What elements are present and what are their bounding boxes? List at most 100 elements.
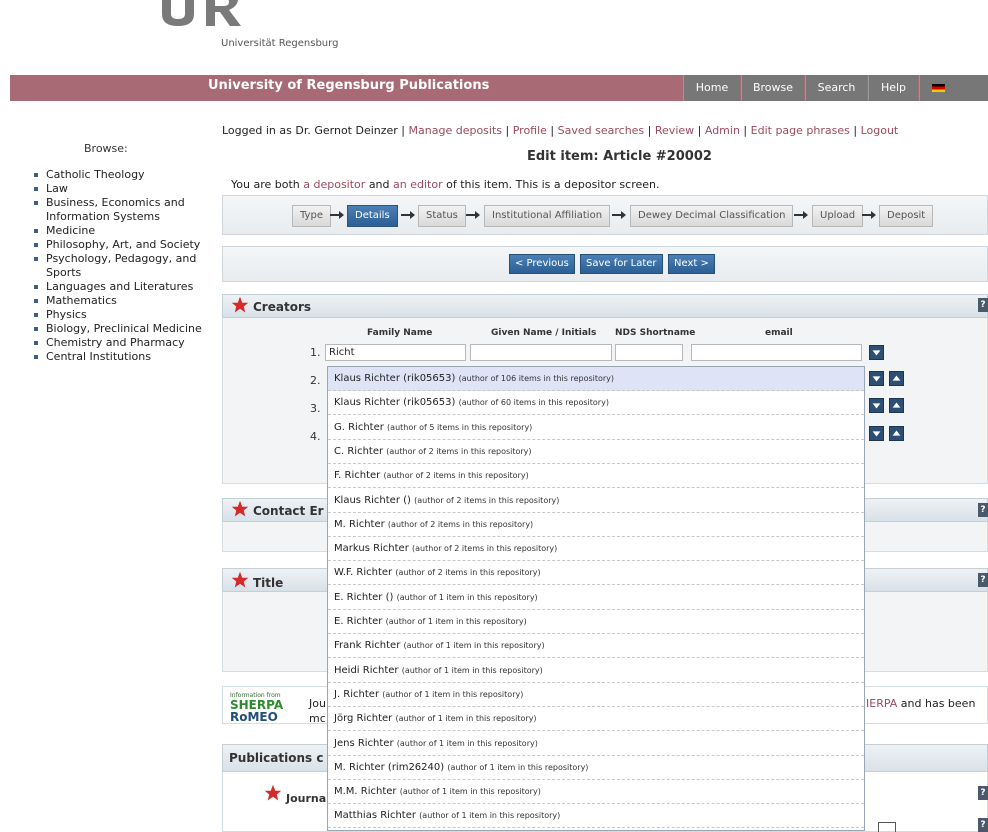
autocomplete-option[interactable]: Heidi Richter (author of 1 item in this … bbox=[328, 659, 864, 683]
autocomplete-option[interactable]: Matthias Richter (author of 1 item in th… bbox=[328, 804, 864, 829]
creator-autocomplete-dropdown[interactable]: Klaus Richter (rik05653) (author of 106 … bbox=[327, 366, 865, 831]
family-name-input[interactable]: Richt bbox=[325, 344, 466, 361]
role-notice: You are both a depositor and an editor o… bbox=[231, 178, 660, 191]
notice-text: and bbox=[368, 178, 390, 191]
stage-institutional-affiliation[interactable]: Institutional Affiliation bbox=[484, 205, 611, 227]
link-saved-searches[interactable]: Saved searches bbox=[558, 124, 645, 137]
autocomplete-option[interactable]: Klaus Richter () (author of 2 items in t… bbox=[328, 489, 864, 513]
nds-shortname-input[interactable] bbox=[615, 344, 683, 361]
autocomplete-option[interactable]: Klaus Richter (rik05653) (author of 106 … bbox=[328, 367, 864, 391]
sidebar-item-chemistry[interactable]: Chemistry and Pharmacy bbox=[34, 336, 204, 350]
notice-text: You are both bbox=[231, 178, 300, 191]
autocomplete-option[interactable]: Klaus Richter (rik05653) (author of 60 i… bbox=[328, 391, 864, 416]
sidebar-item-biology[interactable]: Biology, Preclinical Medicine bbox=[34, 322, 204, 336]
arrow-right-icon bbox=[466, 211, 480, 219]
arrow-right-icon bbox=[612, 211, 626, 219]
option-item-count: (author of 1 item in this repository) bbox=[395, 714, 537, 724]
link-review[interactable]: Review bbox=[655, 124, 694, 137]
autocomplete-option[interactable]: J. Richter (author of 1 item in this rep… bbox=[328, 683, 864, 707]
option-item-count: (author of 1 item in this repository) bbox=[419, 811, 561, 821]
stage-upload[interactable]: Upload bbox=[812, 205, 864, 227]
autocomplete-option[interactable]: Jens Richter (author of 1 item in this r… bbox=[328, 732, 864, 756]
autocomplete-option[interactable]: E. Richter () (author of 1 item in this … bbox=[328, 586, 864, 610]
link-admin[interactable]: Admin bbox=[705, 124, 740, 137]
move-down-icon[interactable] bbox=[869, 426, 884, 441]
option-author-name: Frank Richter bbox=[334, 640, 401, 652]
sidebar-item-languages[interactable]: Languages and Literatures bbox=[34, 280, 204, 294]
required-star-icon bbox=[231, 500, 249, 517]
sidebar-item-physics[interactable]: Physics bbox=[34, 308, 204, 322]
option-item-count: (author of 1 item in this repository) bbox=[401, 665, 543, 675]
separator: | bbox=[647, 124, 652, 137]
university-logo-text: Universität Regensburg bbox=[221, 38, 339, 49]
help-icon[interactable]: ? bbox=[978, 298, 988, 312]
sidebar-item-business[interactable]: Business, Economics and Information Syst… bbox=[34, 196, 204, 224]
nav-search[interactable]: Search bbox=[805, 75, 867, 101]
arrow-right-icon bbox=[862, 211, 876, 219]
stage-status[interactable]: Status bbox=[418, 205, 466, 227]
move-up-icon[interactable] bbox=[889, 398, 904, 413]
option-item-count: (author of 1 item in this repository) bbox=[396, 738, 538, 748]
next-button[interactable]: Next > bbox=[668, 254, 715, 274]
save-for-later-button[interactable]: Save for Later bbox=[580, 254, 663, 274]
stage-dewey-decimal[interactable]: Dewey Decimal Classification bbox=[630, 205, 794, 227]
stage-type[interactable]: Type bbox=[292, 205, 331, 227]
autocomplete-option[interactable]: Jörg Richter (author of 1 item in this r… bbox=[328, 707, 864, 732]
notice-text: of this item. This is a depositor screen… bbox=[446, 178, 660, 191]
email-input[interactable] bbox=[691, 344, 862, 361]
autocomplete-option[interactable]: M. Richter (author of 2 items in this re… bbox=[328, 513, 864, 537]
nav-home[interactable]: Home bbox=[683, 75, 740, 101]
help-icon[interactable]: ? bbox=[978, 573, 988, 587]
move-up-icon[interactable] bbox=[889, 426, 904, 441]
sidebar-item-mathematics[interactable]: Mathematics bbox=[34, 294, 204, 308]
move-down-icon[interactable] bbox=[869, 345, 884, 360]
autocomplete-option[interactable]: W.F. Richter (author of 2 items in this … bbox=[328, 561, 864, 586]
autocomplete-option[interactable]: F. Richter (author of 2 items in this re… bbox=[328, 464, 864, 489]
stage-details[interactable]: Details bbox=[347, 205, 398, 227]
link-sherpa[interactable]: IERPA bbox=[866, 697, 897, 710]
option-item-count: (author of 2 items in this repository) bbox=[395, 568, 541, 578]
autocomplete-option[interactable]: M. Richter (rim26240) (author of 1 item … bbox=[328, 756, 864, 780]
autocomplete-option[interactable]: C. Richter (author of 2 items in this re… bbox=[328, 440, 864, 464]
option-author-name: Jens Richter bbox=[334, 737, 394, 749]
sidebar-item-law[interactable]: Law bbox=[34, 182, 204, 196]
option-author-name: Heidi Richter bbox=[334, 664, 399, 676]
link-profile[interactable]: Profile bbox=[513, 124, 547, 137]
contact-section-title: Contact Er bbox=[253, 504, 324, 518]
autocomplete-option[interactable]: Markus Richter (author of 2 items in thi… bbox=[328, 537, 864, 562]
link-depositor[interactable]: a depositor bbox=[303, 178, 365, 191]
help-icon[interactable]: ? bbox=[978, 786, 988, 800]
autocomplete-option[interactable]: G. Richter (author of 5 items in this re… bbox=[328, 416, 864, 440]
help-icon[interactable]: ? bbox=[978, 818, 988, 832]
link-editor[interactable]: an editor bbox=[393, 178, 443, 191]
column-email: email bbox=[765, 328, 793, 338]
option-item-count: (author of 1 item in this repository) bbox=[385, 617, 527, 626]
autocomplete-option[interactable]: M.M. Richter (author of 1 item in this r… bbox=[328, 780, 864, 805]
sidebar-item-catholic-theology[interactable]: Catholic Theology bbox=[34, 168, 204, 182]
given-name-input[interactable] bbox=[470, 344, 612, 361]
move-down-icon[interactable] bbox=[869, 398, 884, 413]
autocomplete-option[interactable]: E. Richter (author of 1 item in this rep… bbox=[328, 610, 864, 634]
option-item-count: (author of 2 items in this repository) bbox=[387, 519, 534, 529]
column-given-name: Given Name / Initials bbox=[491, 328, 597, 338]
move-down-icon[interactable] bbox=[869, 371, 884, 386]
nav-help[interactable]: Help bbox=[868, 75, 918, 101]
nav-deutsch[interactable]: Deutsch bbox=[919, 75, 988, 120]
option-author-name: E. Richter () bbox=[334, 591, 394, 603]
move-up-icon[interactable] bbox=[889, 371, 904, 386]
stage-deposit[interactable]: Deposit bbox=[879, 205, 934, 227]
link-edit-page-phrases[interactable]: Edit page phrases bbox=[751, 124, 850, 137]
help-icon[interactable]: ? bbox=[978, 503, 988, 517]
previous-button[interactable]: < Previous bbox=[509, 254, 575, 274]
autocomplete-option[interactable]: Frank Richter (author of 1 item in this … bbox=[328, 634, 864, 659]
sidebar-item-central-institutions[interactable]: Central Institutions bbox=[34, 350, 204, 364]
separator: | bbox=[853, 124, 858, 137]
site-title[interactable]: University of Regensburg Publications bbox=[208, 78, 489, 93]
link-logout[interactable]: Logout bbox=[861, 124, 899, 137]
option-author-name: J. Richter bbox=[334, 688, 380, 700]
nav-browse[interactable]: Browse bbox=[741, 75, 804, 101]
link-manage-deposits[interactable]: Manage deposits bbox=[409, 124, 502, 137]
sidebar-item-medicine[interactable]: Medicine bbox=[34, 224, 204, 238]
sidebar-item-psychology[interactable]: Psychology, Pedagogy, and Sports bbox=[34, 252, 204, 280]
sidebar-item-philosophy[interactable]: Philosophy, Art, and Society bbox=[34, 238, 204, 252]
